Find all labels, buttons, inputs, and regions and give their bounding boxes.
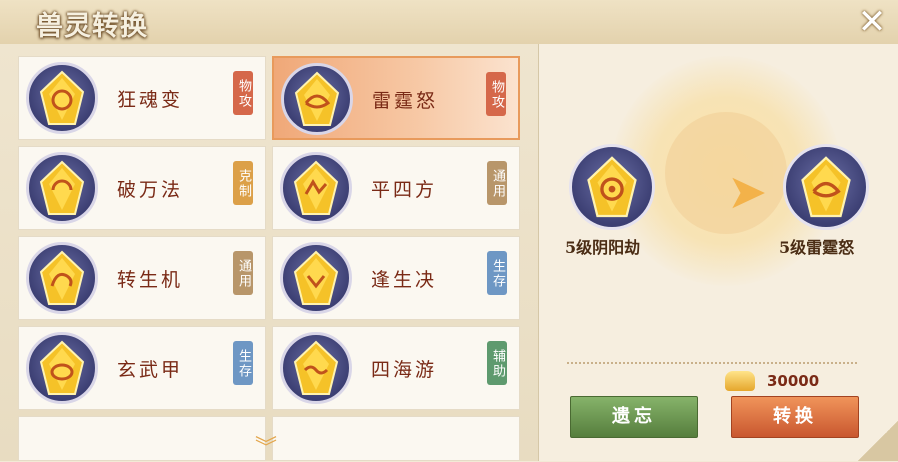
skill-card-partial[interactable] xyxy=(272,416,520,461)
gem-icon xyxy=(280,152,352,224)
skill-type-badge: 通用 xyxy=(233,251,253,295)
skill-type-badge: 生存 xyxy=(233,341,253,385)
skill-name: 四海游 xyxy=(371,359,438,381)
gem-icon xyxy=(26,332,98,404)
corner-decoration xyxy=(858,421,898,461)
skill-card-powanfa[interactable]: 破万法 克制 xyxy=(18,146,266,230)
arrow-right-icon: ➤ xyxy=(727,164,768,220)
skill-card-partial[interactable] xyxy=(18,416,266,461)
skill-name: 平四方 xyxy=(371,179,438,201)
skill-name: 雷霆怒 xyxy=(372,90,439,112)
skill-list-panel: 狂魂变 物攻 雷霆怒 物攻 破万法 克制 平四方 通用 转生机 通用 逢生决 生… xyxy=(0,44,539,461)
cost-display: 30000 xyxy=(725,368,865,394)
skill-card-sihaiyou[interactable]: 四海游 辅助 xyxy=(272,326,520,410)
close-button[interactable]: ✕ xyxy=(852,2,892,42)
gold-ingot-icon xyxy=(725,371,755,391)
source-gem-icon xyxy=(569,144,655,230)
skill-type-badge: 生存 xyxy=(487,251,507,295)
skill-name: 逢生决 xyxy=(371,269,438,291)
target-skill-label: 5级雷霆怒 xyxy=(779,238,855,257)
skill-name: 转生机 xyxy=(117,269,184,291)
gem-icon xyxy=(280,332,352,404)
cost-value: 30000 xyxy=(767,372,820,390)
gem-icon xyxy=(26,62,98,134)
source-skill-label: 5级阴阳劫 xyxy=(565,238,641,257)
skill-name: 狂魂变 xyxy=(117,89,184,111)
skill-type-badge: 辅助 xyxy=(487,341,507,385)
skill-card-zhuanshengji[interactable]: 转生机 通用 xyxy=(18,236,266,320)
skill-type-badge: 通用 xyxy=(487,161,507,205)
ring-decoration xyxy=(665,112,787,234)
gem-icon xyxy=(26,152,98,224)
skill-name: 玄武甲 xyxy=(117,359,184,381)
gem-icon xyxy=(280,242,352,314)
header-bar: 兽灵转换 ✕ xyxy=(0,0,898,45)
skill-type-badge: 物攻 xyxy=(233,71,253,115)
target-gem-icon xyxy=(783,144,869,230)
page-title: 兽灵转换 xyxy=(36,11,148,42)
forget-button[interactable]: 遗忘 xyxy=(570,396,698,438)
gem-icon xyxy=(281,63,353,135)
scroll-down-icon[interactable]: ︾ xyxy=(255,430,277,462)
conversion-panel: ➤ 5级阴阳劫 5级雷霆怒 30000 遗忘 转换 xyxy=(539,44,898,461)
skill-name: 破万法 xyxy=(117,179,184,201)
skill-type-badge: 克制 xyxy=(233,161,253,205)
convert-button[interactable]: 转换 xyxy=(731,396,859,438)
skill-card-xuanwujia[interactable]: 玄武甲 生存 xyxy=(18,326,266,410)
gem-icon xyxy=(26,242,98,314)
skill-card-pingsifang[interactable]: 平四方 通用 xyxy=(272,146,520,230)
skill-card-leitingnu[interactable]: 雷霆怒 物攻 xyxy=(272,56,520,140)
skill-card-kuanghunbian[interactable]: 狂魂变 物攻 xyxy=(18,56,266,140)
skill-card-fengshengjue[interactable]: 逢生决 生存 xyxy=(272,236,520,320)
skill-type-badge: 物攻 xyxy=(486,72,506,116)
divider xyxy=(567,362,857,364)
